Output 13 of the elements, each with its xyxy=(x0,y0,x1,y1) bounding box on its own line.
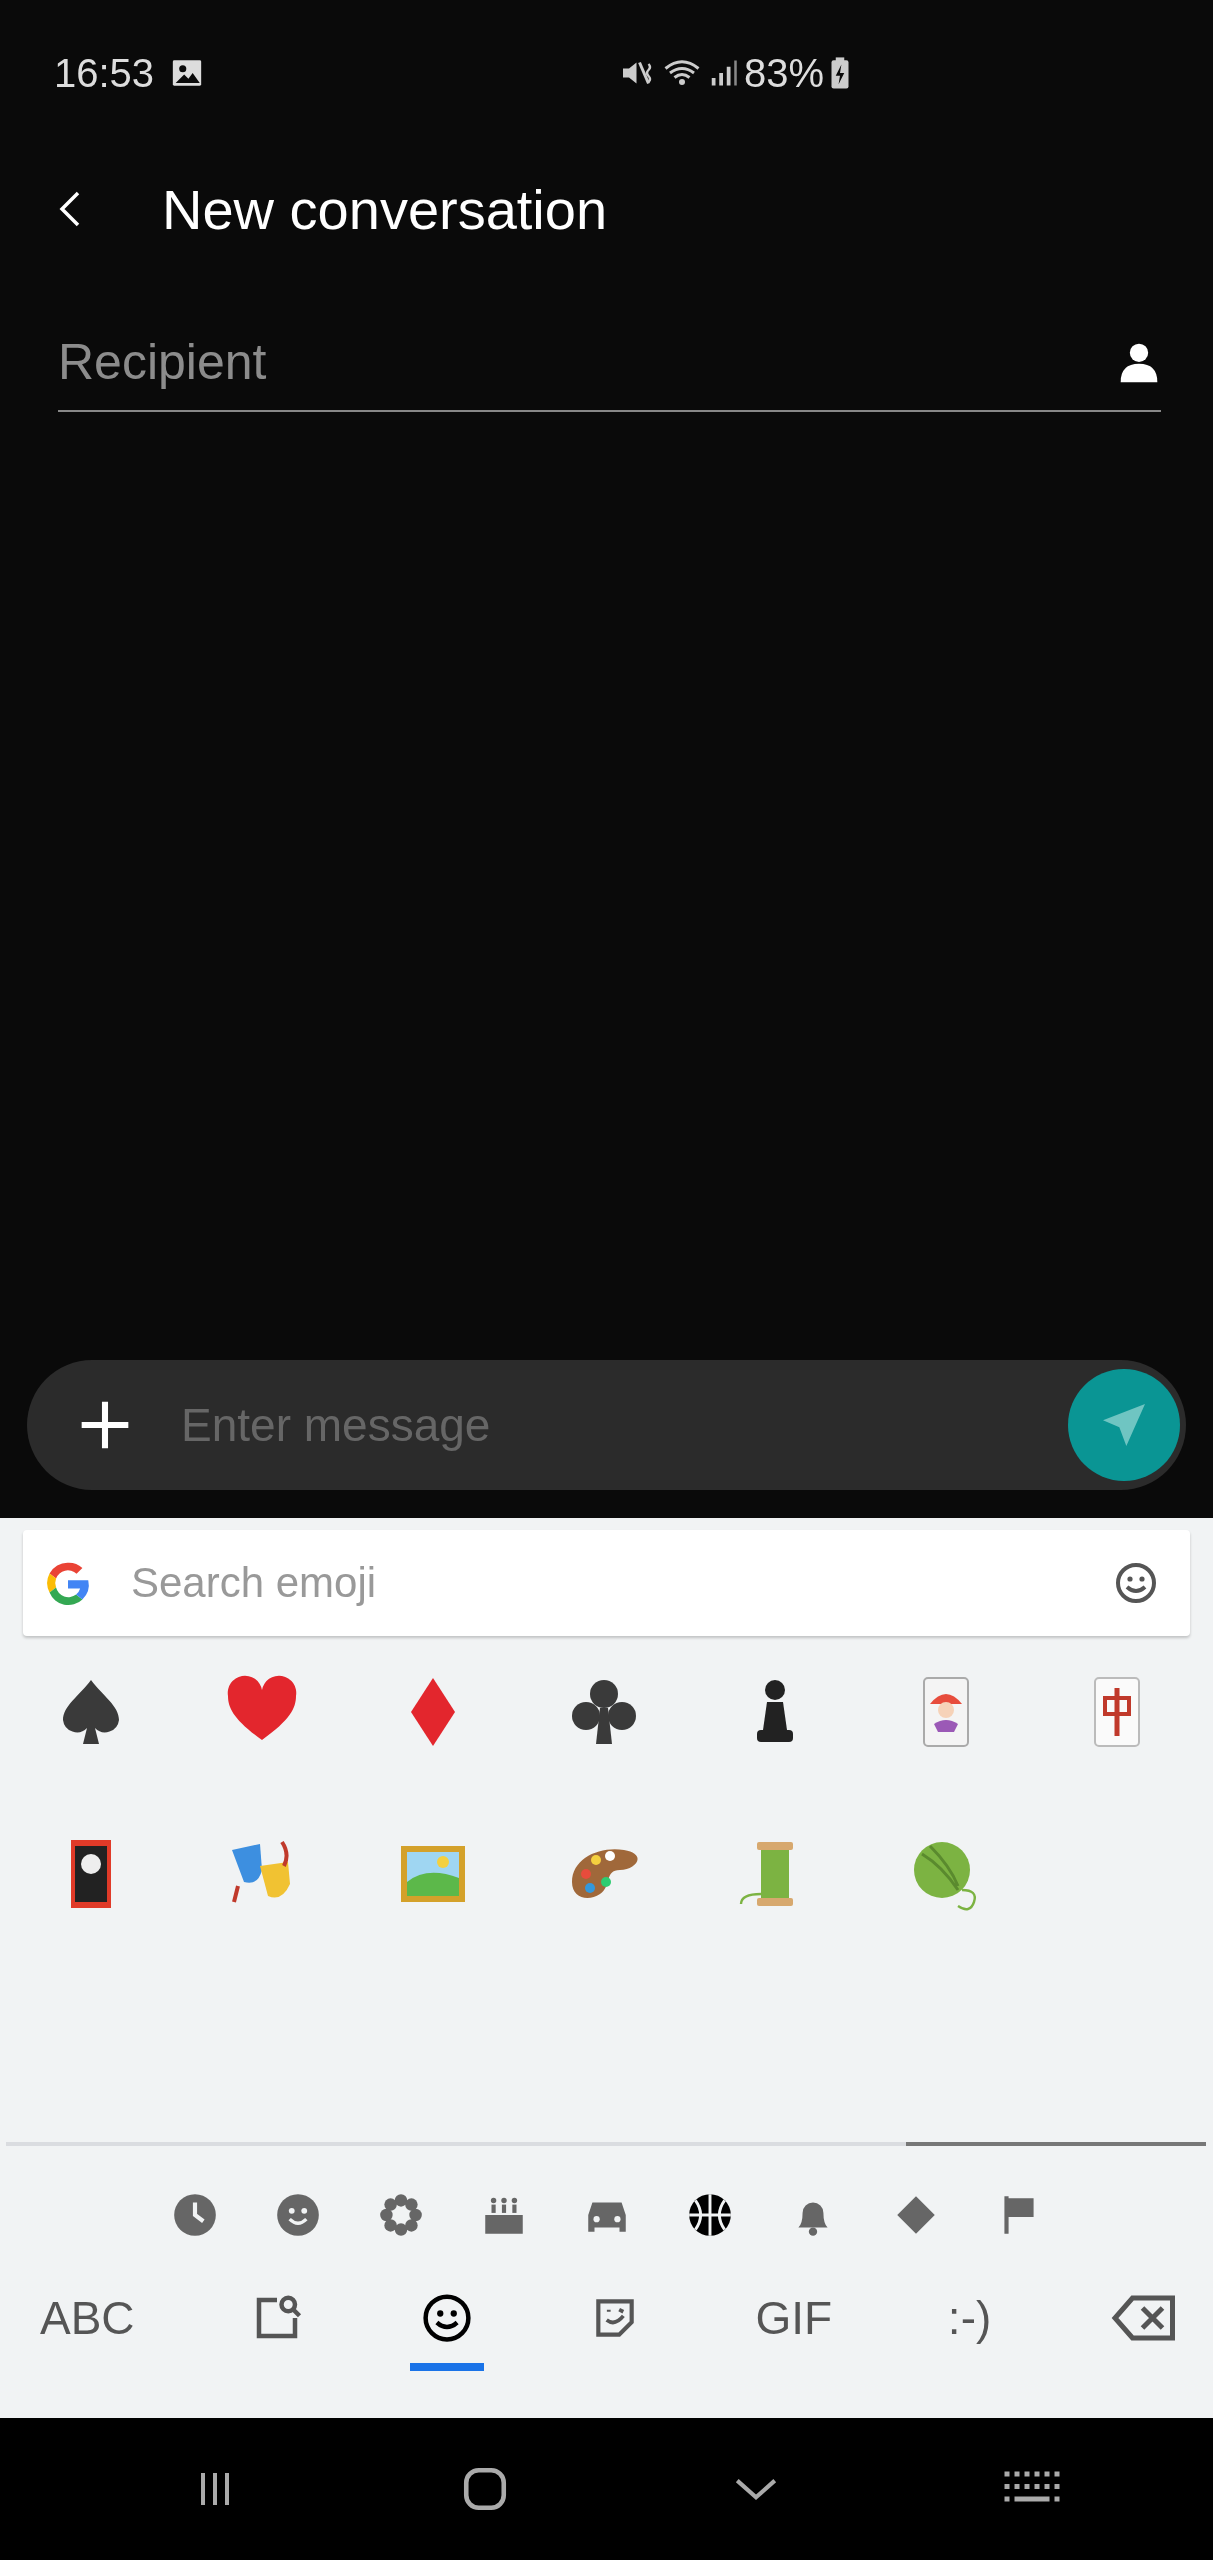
recipient-field[interactable]: Recipient xyxy=(58,333,1117,391)
status-time: 16:53 xyxy=(54,50,155,96)
send-button[interactable] xyxy=(1068,1369,1180,1481)
screen-title: New conversation xyxy=(162,176,608,242)
battery-charging-icon xyxy=(830,56,851,90)
emoji-search-bar[interactable]: Search emoji xyxy=(23,1530,1190,1636)
battery-percent: 83% xyxy=(744,50,825,96)
message-bar[interactable]: Enter message xyxy=(27,1360,1186,1490)
keyboard-mode-tab[interactable]: :-) xyxy=(937,2283,1002,2371)
emoji-search-field[interactable]: Search emoji xyxy=(131,1559,1076,1607)
keyboard-mode-tab[interactable]: GIF xyxy=(745,2283,843,2371)
keyboard-mode-tab[interactable]: ABC xyxy=(30,2283,145,2371)
message-field[interactable]: Enter message xyxy=(181,1398,1068,1452)
